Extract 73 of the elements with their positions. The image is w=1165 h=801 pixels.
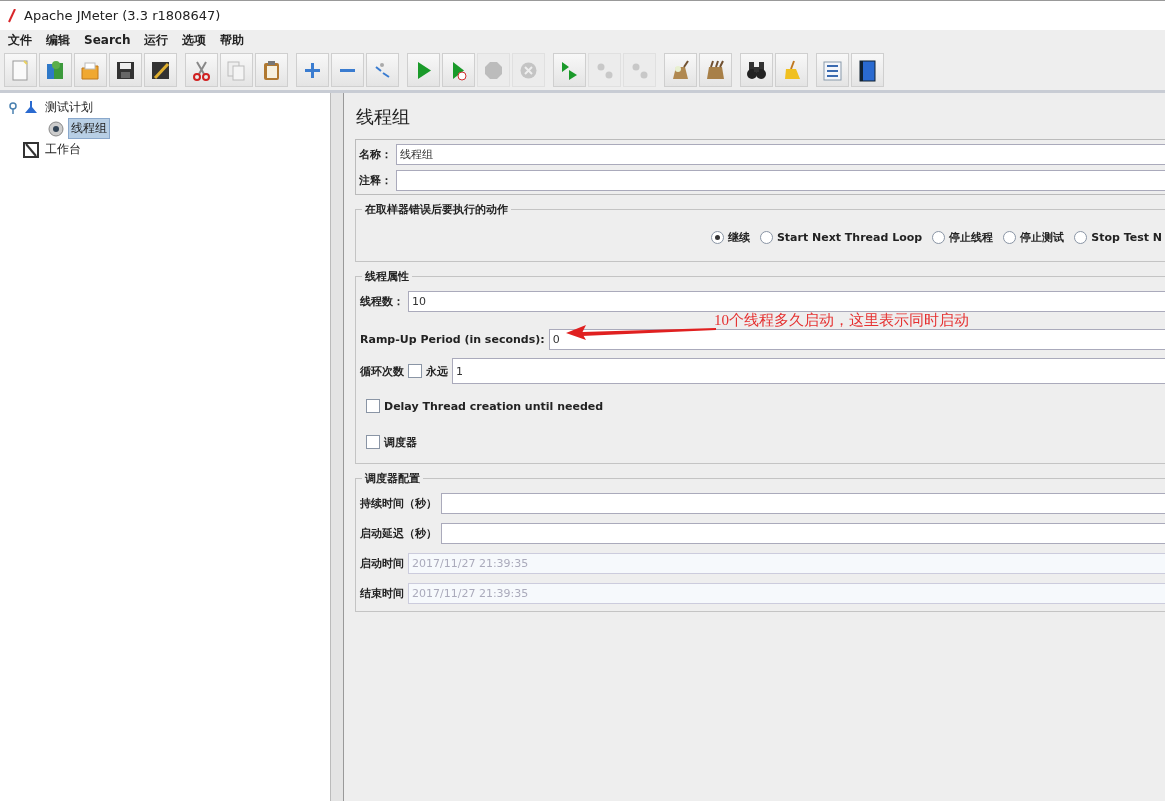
tree-node[interactable]: 测试计划: [42, 97, 96, 118]
play-button[interactable]: [407, 53, 440, 87]
books-button[interactable]: [39, 53, 72, 87]
pencil-disk-button[interactable]: [144, 53, 177, 87]
menu-item[interactable]: 选项: [182, 31, 207, 49]
group-title: 线程属性: [362, 269, 412, 284]
field-label: 启动时间: [360, 555, 404, 571]
group-title: 调度器配置: [362, 471, 423, 486]
field-label: 注释：: [359, 172, 392, 188]
double-play-button[interactable]: [553, 53, 586, 87]
menu-item[interactable]: 文件: [8, 31, 32, 49]
field-label: Ramp-Up Period (in seconds):: [360, 332, 545, 346]
radio-option[interactable]: 停止线程: [932, 230, 994, 245]
minus-button[interactable]: [331, 53, 364, 87]
blank-page-button[interactable]: [4, 53, 37, 87]
radio-button[interactable]: [1003, 231, 1017, 244]
list-button[interactable]: [816, 53, 849, 87]
broom-bucket-button[interactable]: [664, 53, 697, 87]
menu-item[interactable]: 帮助: [220, 31, 245, 49]
radio-option[interactable]: Stop Test N: [1074, 230, 1162, 245]
field-label: 持续时间（秒）: [360, 495, 437, 511]
field-label: 名称：: [359, 146, 392, 162]
panel-title: 线程组: [355, 105, 411, 129]
field-label: 循环次数: [360, 363, 404, 379]
clipboard-button[interactable]: [255, 53, 288, 87]
checkbox-option[interactable]: Delay Thread creation until needed: [366, 399, 604, 413]
group-title: 在取样器错误后要执行的动作: [362, 202, 511, 217]
play-badge-button[interactable]: [442, 53, 475, 87]
radio-button[interactable]: [759, 231, 773, 244]
tree-node[interactable]: 工作台: [42, 139, 84, 160]
brushes-button[interactable]: [699, 53, 732, 87]
floppy-disk-button[interactable]: [109, 53, 142, 87]
flask-icon: [23, 99, 39, 116]
radio-button[interactable]: [932, 231, 946, 244]
ramp-up-field[interactable]: 0: [548, 328, 1165, 350]
menu-item[interactable]: 编辑: [46, 31, 70, 49]
gear-icon: [47, 119, 65, 138]
radio-option[interactable]: 停止测试: [1003, 230, 1065, 245]
name-field[interactable]: 线程组: [396, 143, 1165, 165]
annotation-text: 10个线程多久启动，这里表示同时启动: [714, 312, 969, 328]
expand-handle-icon[interactable]: [8, 101, 20, 114]
help-book-icon: [856, 58, 879, 82]
binoculars-button[interactable]: [740, 53, 773, 87]
checkbox[interactable]: [366, 399, 380, 413]
help-book-button[interactable]: [851, 53, 884, 87]
radio-button[interactable]: [710, 231, 724, 244]
checkbox[interactable]: [408, 364, 422, 378]
radio-option[interactable]: Start Next Thread Loop: [759, 230, 923, 245]
scissors-button[interactable]: [185, 53, 218, 87]
time-field[interactable]: [441, 492, 1165, 514]
field-label: 线程数：: [360, 293, 404, 309]
comment-field[interactable]: [396, 169, 1165, 191]
tree-node[interactable]: 线程组: [68, 118, 110, 139]
field-label: 启动延迟（秒）: [360, 525, 437, 541]
window-title: Apache JMeter (3.3 r1808647): [24, 8, 221, 23]
field-label: 结束时间: [360, 585, 404, 601]
radio-button[interactable]: [1074, 231, 1088, 244]
checkbox-option[interactable]: 永远: [408, 363, 448, 379]
menu-item[interactable]: Search: [84, 33, 131, 47]
copy-icon: [225, 58, 248, 82]
plus-button[interactable]: [296, 53, 329, 87]
feather-icon: [8, 8, 16, 23]
list-icon: [821, 58, 844, 82]
toggle-button[interactable]: [366, 53, 399, 87]
threads-field[interactable]: 10: [408, 290, 1165, 312]
radio-option[interactable]: 继续: [710, 230, 750, 245]
workbench-icon: [23, 141, 39, 158]
menu-item[interactable]: 运行: [144, 31, 169, 49]
checkbox[interactable]: [366, 435, 380, 449]
checkbox-option[interactable]: 调度器: [366, 434, 417, 450]
brushes-icon: [704, 58, 727, 82]
loop-count-field[interactable]: 1: [452, 358, 1165, 384]
time-field[interactable]: [441, 522, 1165, 544]
